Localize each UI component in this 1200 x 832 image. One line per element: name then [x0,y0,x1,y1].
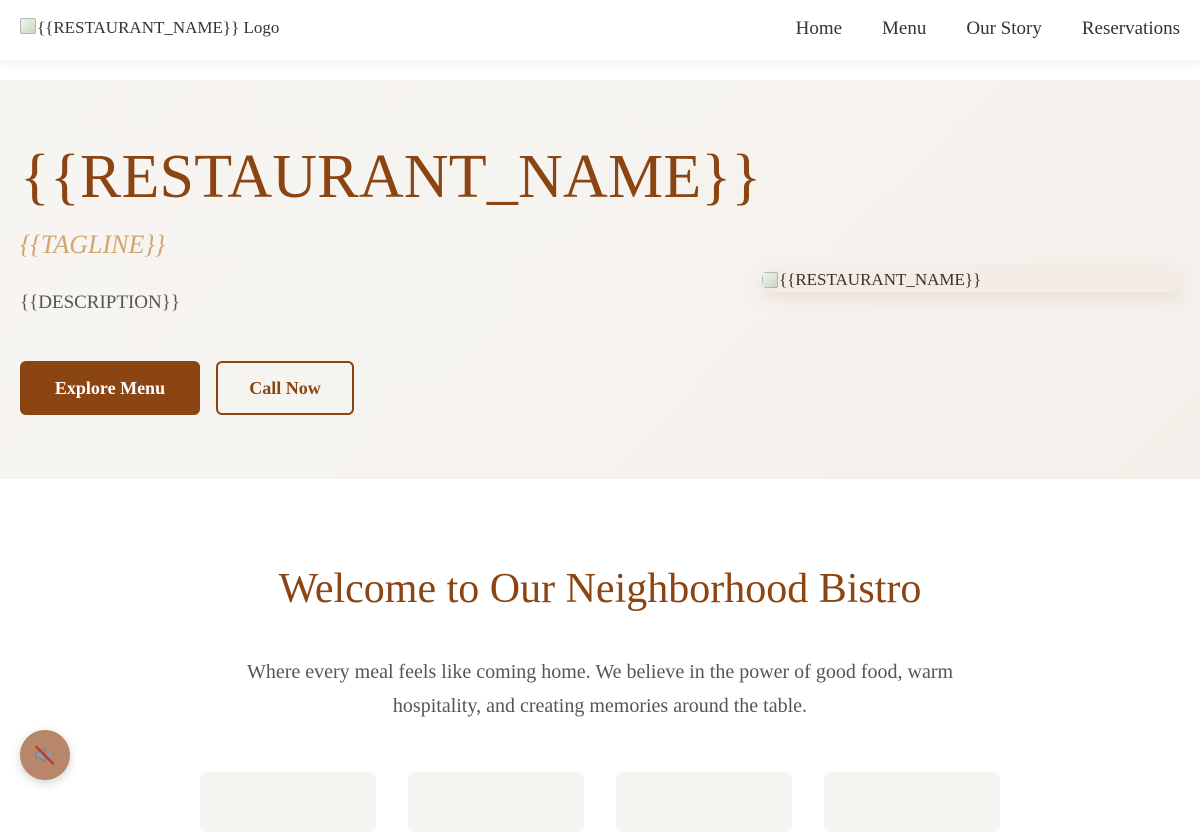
site-header: {{RESTAURANT_NAME}} Logo Home Menu Our S… [0,0,1200,60]
welcome-section: Welcome to Our Neighborhood Bistro Where… [0,479,1200,832]
hero-description: {{DESCRIPTION}} [20,292,180,313]
nav-menu[interactable]: Menu [882,18,926,40]
call-now-button[interactable]: Call Now [216,361,354,415]
broken-image-icon [762,271,778,288]
nav-reservations[interactable]: Reservations [1082,18,1180,40]
feature-card [824,772,1000,832]
hero-section: {{RESTAURANT_NAME}} {{TAGLINE}} {{DESCRI… [0,80,1200,479]
logo[interactable]: {{RESTAURANT_NAME}} Logo [20,18,279,38]
broken-image-icon [20,18,36,34]
nav-our-story[interactable]: Our Story [966,18,1041,40]
logo-alt-text: {{RESTAURANT_NAME}} Logo [37,18,280,37]
hero-tagline: {{TAGLINE}} [20,230,166,259]
hero-title: {{RESTAURANT_NAME}} [20,143,762,211]
nav-home[interactable]: Home [796,18,842,40]
feature-card [616,772,792,832]
feature-card [200,772,376,832]
hero-image-alt-text: {{RESTAURANT_NAME}} [779,269,982,289]
explore-menu-button[interactable]: Explore Menu [20,361,200,415]
audio-toggle-button[interactable] [20,730,70,780]
hero-image: {{RESTAURANT_NAME}} [762,267,1180,292]
main-nav: Home Menu Our Story Reservations [796,18,1180,40]
feature-card [408,772,584,832]
welcome-text: Where every meal feels like coming home.… [246,661,954,717]
muted-speaker-icon [35,745,55,765]
welcome-title: Welcome to Our Neighborhood Bistro [278,566,922,612]
